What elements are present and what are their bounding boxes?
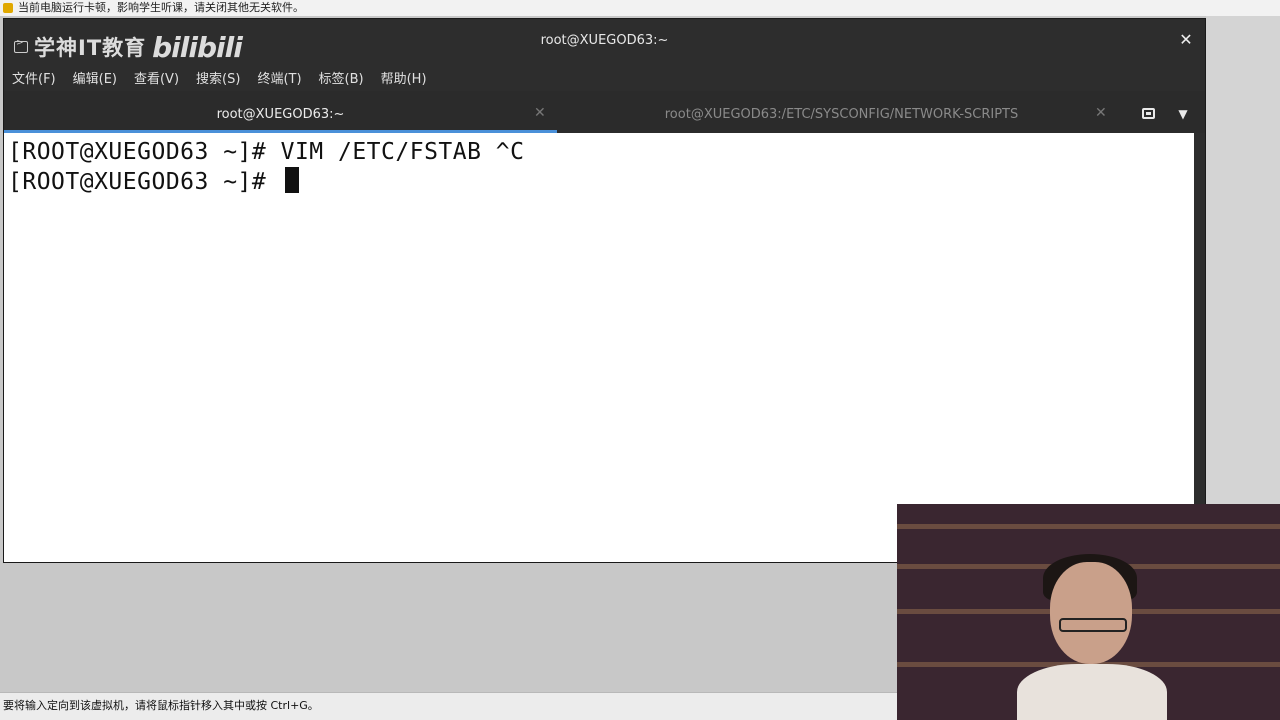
text-cursor <box>284 167 299 193</box>
terminal-line: [ROOT@XUEGOD63 ~]# VIM /ETC/FSTAB ^C <box>8 139 525 165</box>
chevron-down-icon[interactable]: ▼ <box>1173 104 1193 124</box>
menu-search[interactable]: 搜索(S) <box>196 68 240 87</box>
terminal-prompt: [ROOT@XUEGOD63 ~]# <box>8 169 281 195</box>
menu-tabs[interactable]: 标签(B) <box>319 68 364 87</box>
glasses <box>1059 618 1127 632</box>
terminal-window[interactable]: 学神IT教育 bilibili root@XUEGOD63:~ ✕ 文件(F) … <box>3 18 1206 563</box>
webcam-overlay <box>897 504 1280 720</box>
terminal-prompt-line: [ROOT@XUEGOD63 ~]# <box>8 167 1194 197</box>
notice-text: 当前电脑运行卡顿，影响学生听课，请关闭其他无关软件。 <box>18 1 304 14</box>
menu-bar: 文件(F) 编辑(E) 查看(V) 搜索(S) 终端(T) 标签(B) 帮助(H… <box>4 63 1205 91</box>
menu-terminal[interactable]: 终端(T) <box>257 68 301 87</box>
tab-label: root@XUEGOD63:/ETC/SYSCONFIG/NETWORK-SCR… <box>664 107 1019 122</box>
close-icon[interactable]: ✕ <box>534 105 546 121</box>
tab-label: root@XUEGOD63:~ <box>216 107 345 122</box>
menu-file[interactable]: 文件(F) <box>12 68 56 87</box>
tab-home[interactable]: root@XUEGOD63:~ ✕ <box>4 95 557 133</box>
notice-bar: 当前电脑运行卡顿，影响学生听课，请关闭其他无关软件。 <box>0 0 1280 16</box>
tab-bar: root@XUEGOD63:~ ✕ root@XUEGOD63:/ETC/SYS… <box>4 95 1205 133</box>
scrollbar[interactable] <box>1194 133 1205 562</box>
title-bar[interactable]: 学神IT教育 bilibili root@XUEGOD63:~ ✕ <box>4 19 1205 64</box>
person-body <box>1017 664 1167 720</box>
terminal-output[interactable]: [ROOT@XUEGOD63 ~]# VIM /ETC/FSTAB ^C [RO… <box>4 133 1194 562</box>
close-icon[interactable]: ✕ <box>1095 105 1107 121</box>
tab-network-scripts[interactable]: root@XUEGOD63:/ETC/SYSCONFIG/NETWORK-SCR… <box>559 95 1114 133</box>
new-tab-icon[interactable] <box>1139 104 1159 124</box>
menu-view[interactable]: 查看(V) <box>134 68 179 87</box>
close-icon[interactable]: ✕ <box>1177 31 1195 49</box>
bookshelf <box>897 524 1280 529</box>
menu-help[interactable]: 帮助(H) <box>381 68 427 87</box>
person-face <box>1050 562 1132 664</box>
warning-icon <box>3 3 13 13</box>
window-title: root@XUEGOD63:~ <box>540 33 669 48</box>
menu-edit[interactable]: 编辑(E) <box>73 68 117 87</box>
